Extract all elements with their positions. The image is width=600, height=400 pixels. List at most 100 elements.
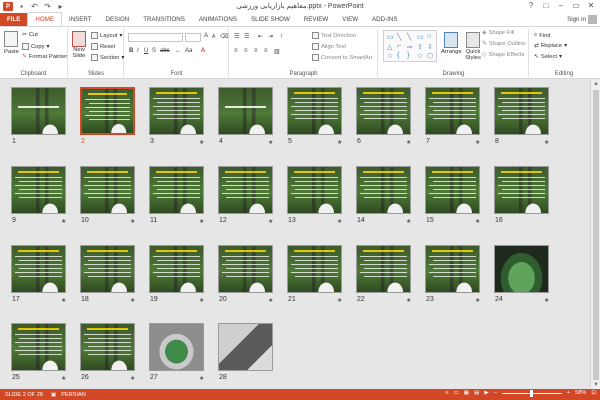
slide-thumbnail[interactable]: [425, 166, 480, 214]
slide-thumbnail[interactable]: [11, 323, 66, 371]
tab-animations[interactable]: ANIMATIONS: [192, 13, 244, 26]
transition-star-icon[interactable]: ★: [130, 297, 135, 304]
slide-thumbnail[interactable]: [218, 166, 273, 214]
slide-thumbnail[interactable]: [494, 245, 549, 293]
transition-star-icon[interactable]: ★: [406, 218, 411, 225]
grow-font-icon[interactable]: A: [204, 33, 208, 39]
maximize-button[interactable]: ▭: [569, 0, 583, 11]
select-button[interactable]: ↖ Select ▾: [534, 54, 562, 60]
slide-thumbnail[interactable]: [80, 87, 135, 135]
vertical-scrollbar[interactable]: ▲ ▼: [590, 80, 600, 389]
tab-transitions[interactable]: TRANSITIONS: [136, 13, 192, 26]
slide-thumbnail[interactable]: [287, 166, 342, 214]
increase-indent-icon[interactable]: ⇥: [268, 33, 273, 40]
slide-thumbnail[interactable]: [287, 245, 342, 293]
normal-view-icon[interactable]: ▭: [454, 390, 459, 396]
transition-star-icon[interactable]: ★: [406, 139, 411, 146]
zoom-slider[interactable]: [501, 389, 562, 397]
slide-thumbnail[interactable]: [425, 87, 480, 135]
transition-star-icon[interactable]: ★: [268, 297, 273, 304]
transition-star-icon[interactable]: ★: [475, 218, 480, 225]
paste-button[interactable]: Paste: [4, 31, 19, 55]
ribbon-display-options-button[interactable]: □: [539, 0, 553, 11]
transition-star-icon[interactable]: ★: [268, 218, 273, 225]
slide-thumbnail[interactable]: [287, 87, 342, 135]
proofing-icon[interactable]: ▣: [51, 392, 56, 398]
scroll-down-icon[interactable]: ▼: [591, 381, 600, 389]
reset-button[interactable]: Reset: [91, 43, 115, 50]
transition-star-icon[interactable]: ★: [61, 297, 66, 304]
transition-star-icon[interactable]: ★: [199, 375, 204, 382]
text-direction-button[interactable]: Text Direction: [312, 32, 356, 39]
line-spacing-icon[interactable]: ↕: [280, 33, 283, 39]
font-name-input[interactable]: [128, 33, 183, 42]
zoom-out-icon[interactable]: –: [494, 390, 497, 396]
slide-thumbnail[interactable]: [218, 323, 273, 371]
tab-home[interactable]: HOME: [27, 12, 62, 26]
shadow-icon[interactable]: S: [152, 48, 156, 54]
reading-view-icon[interactable]: ▤: [474, 390, 479, 396]
slideshow-view-icon[interactable]: ▶: [484, 390, 488, 396]
bold-icon[interactable]: B: [129, 48, 133, 54]
transition-star-icon[interactable]: ★: [199, 297, 204, 304]
slide-thumbnail[interactable]: [11, 166, 66, 214]
transition-star-icon[interactable]: ★: [544, 139, 549, 146]
shrink-font-icon[interactable]: A: [212, 34, 215, 40]
change-case-icon[interactable]: Aa: [185, 48, 192, 54]
slide-thumbnail[interactable]: [80, 166, 135, 214]
transition-star-icon[interactable]: ★: [475, 297, 480, 304]
numbering-icon[interactable]: ☰: [244, 33, 249, 40]
transition-star-icon[interactable]: ★: [544, 297, 549, 304]
transition-star-icon[interactable]: ★: [199, 218, 204, 225]
transition-star-icon[interactable]: ★: [130, 218, 135, 225]
columns-icon[interactable]: ▥: [274, 48, 280, 55]
slide-thumbnail[interactable]: [149, 87, 204, 135]
convert-smartart-button[interactable]: Convert to SmartArt: [312, 54, 372, 61]
tab-insert[interactable]: INSERT: [62, 13, 99, 26]
tab-view[interactable]: VIEW: [335, 13, 365, 26]
transition-star-icon[interactable]: ★: [268, 139, 273, 146]
decrease-indent-icon[interactable]: ⇤: [258, 33, 263, 40]
align-left-icon[interactable]: ≡: [234, 48, 238, 54]
align-center-icon[interactable]: ≡: [244, 48, 248, 54]
slide-thumbnail[interactable]: [356, 245, 411, 293]
sign-in-link[interactable]: Sign in: [567, 16, 586, 23]
slide-thumbnail[interactable]: [218, 245, 273, 293]
section-button[interactable]: Section ▾: [91, 54, 124, 61]
slide-thumbnail[interactable]: [356, 87, 411, 135]
scroll-up-icon[interactable]: ▲: [591, 80, 600, 88]
replace-button[interactable]: ⇄ Replace ▾: [534, 43, 567, 49]
tab-design[interactable]: DESIGN: [99, 13, 137, 26]
notes-icon[interactable]: ≡: [445, 390, 448, 396]
arrange-button[interactable]: Arrange: [441, 32, 462, 55]
transition-star-icon[interactable]: ★: [406, 297, 411, 304]
zoom-level[interactable]: 58%: [575, 390, 586, 396]
shapes-gallery[interactable]: ▭ ╲ ╲ ▭ ○ △ ⌐ ⇨ ⇧ ⇩ ☆{} ☆ ⬡: [383, 30, 437, 62]
scroll-thumb[interactable]: [593, 90, 599, 380]
zoom-slider-thumb[interactable]: [529, 389, 533, 397]
shape-effects-button[interactable]: ◇ Shape Effects: [482, 52, 524, 58]
quick-styles-button[interactable]: Quick Styles: [462, 32, 484, 61]
tab-file[interactable]: FILE: [0, 13, 28, 26]
help-button[interactable]: ?: [524, 0, 538, 11]
slide-thumbnail[interactable]: [494, 166, 549, 214]
slide-thumbnail[interactable]: [80, 323, 135, 371]
transition-star-icon[interactable]: ★: [199, 139, 204, 146]
language-indicator[interactable]: PERSIAN: [61, 392, 86, 398]
transition-star-icon[interactable]: ★: [61, 218, 66, 225]
fit-to-window-icon[interactable]: ⊡: [591, 390, 596, 396]
underline-icon[interactable]: U: [144, 48, 148, 54]
zoom-in-icon[interactable]: +: [567, 390, 570, 396]
layout-button[interactable]: Layout ▾: [91, 32, 122, 39]
close-button[interactable]: ✕: [584, 0, 598, 11]
slide-thumbnail[interactable]: [11, 87, 66, 135]
slide-sorter-view-icon[interactable]: ▦: [464, 390, 469, 396]
tab-add-ins[interactable]: ADD-INS: [365, 13, 404, 26]
character-spacing-icon[interactable]: ↔: [175, 48, 181, 54]
find-button[interactable]: ⌕ Find: [534, 32, 551, 39]
user-avatar[interactable]: [588, 15, 597, 24]
transition-star-icon[interactable]: ★: [61, 375, 66, 382]
shape-fill-button[interactable]: ◈ Shape Fill: [482, 30, 514, 36]
slide-thumbnail[interactable]: [149, 245, 204, 293]
clear-formatting-icon[interactable]: ⌫: [220, 33, 228, 40]
